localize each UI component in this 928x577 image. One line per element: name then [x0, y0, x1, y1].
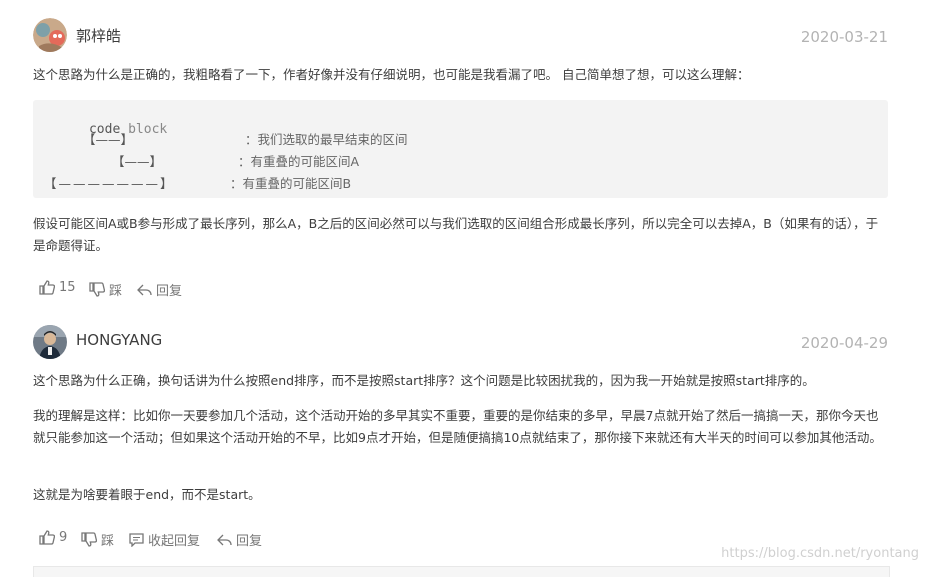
avatar[interactable]: [33, 18, 67, 52]
username[interactable]: HONGYANG: [76, 331, 162, 349]
comment-date: 2020-04-29: [800, 334, 888, 352]
comment-actions: 9 踩 收起回复 回复: [33, 530, 333, 550]
dislike-button[interactable]: 踩: [89, 280, 122, 299]
dislike-label: 踩: [101, 534, 115, 549]
interval-note: ：有重叠的可能区间B: [230, 176, 352, 191]
comment-text: 这个思路为什么是正确的，我粗略看了一下，作者好像并没有仔细说明，也可能是我看漏了…: [33, 67, 750, 82]
reply-button[interactable]: 回复: [137, 280, 182, 299]
collapse-replies-button[interactable]: 收起回复: [129, 530, 200, 549]
interval-bracket: 【——】: [83, 132, 134, 147]
reply-button[interactable]: 回复: [217, 530, 262, 549]
interval-note: ：有重叠的可能区间A: [238, 154, 360, 169]
thumb-up-icon: [39, 530, 55, 545]
comment-text: 这个思路为什么正确，换句话讲为什么按照end排序，而不是按照start排序？这个…: [33, 373, 815, 388]
comment-text: 假设可能区间A或B参与形成了最长序列，那么A，B之后的区间必然可以与我们选取的区…: [33, 216, 879, 253]
reply-label: 回复: [236, 534, 263, 549]
interval-bracket: 【——】: [112, 154, 163, 169]
code-keyword: block: [128, 122, 168, 137]
interval-note: ：我们选取的最早结束的区间: [245, 132, 408, 147]
comment-actions: 15 踩 回复: [33, 280, 233, 300]
reply-label: 回复: [156, 284, 183, 299]
code-block: code block 【——】 ：我们选取的最早结束的区间 【——】 ：有重叠的…: [33, 100, 888, 198]
avatar[interactable]: [33, 325, 67, 359]
thumb-down-icon: [89, 282, 105, 297]
watermark: https://blog.csdn.net/ryontang: [721, 546, 919, 561]
reply-box-edge: [33, 566, 890, 577]
comment-1: 郭梓皓 2020-03-21 这个思路为什么是正确的，我粗略看了一下，作者好像并…: [33, 0, 888, 310]
reply-arrow-icon: [137, 283, 152, 297]
dislike-label: 踩: [109, 284, 123, 299]
like-button[interactable]: 15: [39, 280, 76, 295]
comment-text: 我的理解是这样：比如你一天要参加几个活动，这个活动开始的多早其实不重要，重要的是…: [33, 408, 882, 445]
comment-text: 这就是为啥要着眼于end，而不是start。: [33, 487, 261, 502]
dislike-button[interactable]: 踩: [81, 530, 114, 549]
reply-arrow-icon: [217, 533, 232, 547]
comment-icon: [129, 532, 144, 547]
thumb-up-icon: [39, 280, 55, 295]
interval-bracket: 【———————】: [44, 176, 175, 191]
comment-date: 2020-03-21: [800, 28, 888, 46]
like-count: 9: [59, 530, 68, 545]
like-count: 15: [59, 280, 76, 295]
username[interactable]: 郭梓皓: [76, 25, 121, 46]
collapse-label: 收起回复: [148, 534, 201, 549]
like-button[interactable]: 9: [39, 530, 67, 545]
thumb-down-icon: [81, 532, 97, 547]
comment-2: HONGYANG 2020-04-29 这个思路为什么正确，换句话讲为什么按照e…: [33, 320, 888, 560]
